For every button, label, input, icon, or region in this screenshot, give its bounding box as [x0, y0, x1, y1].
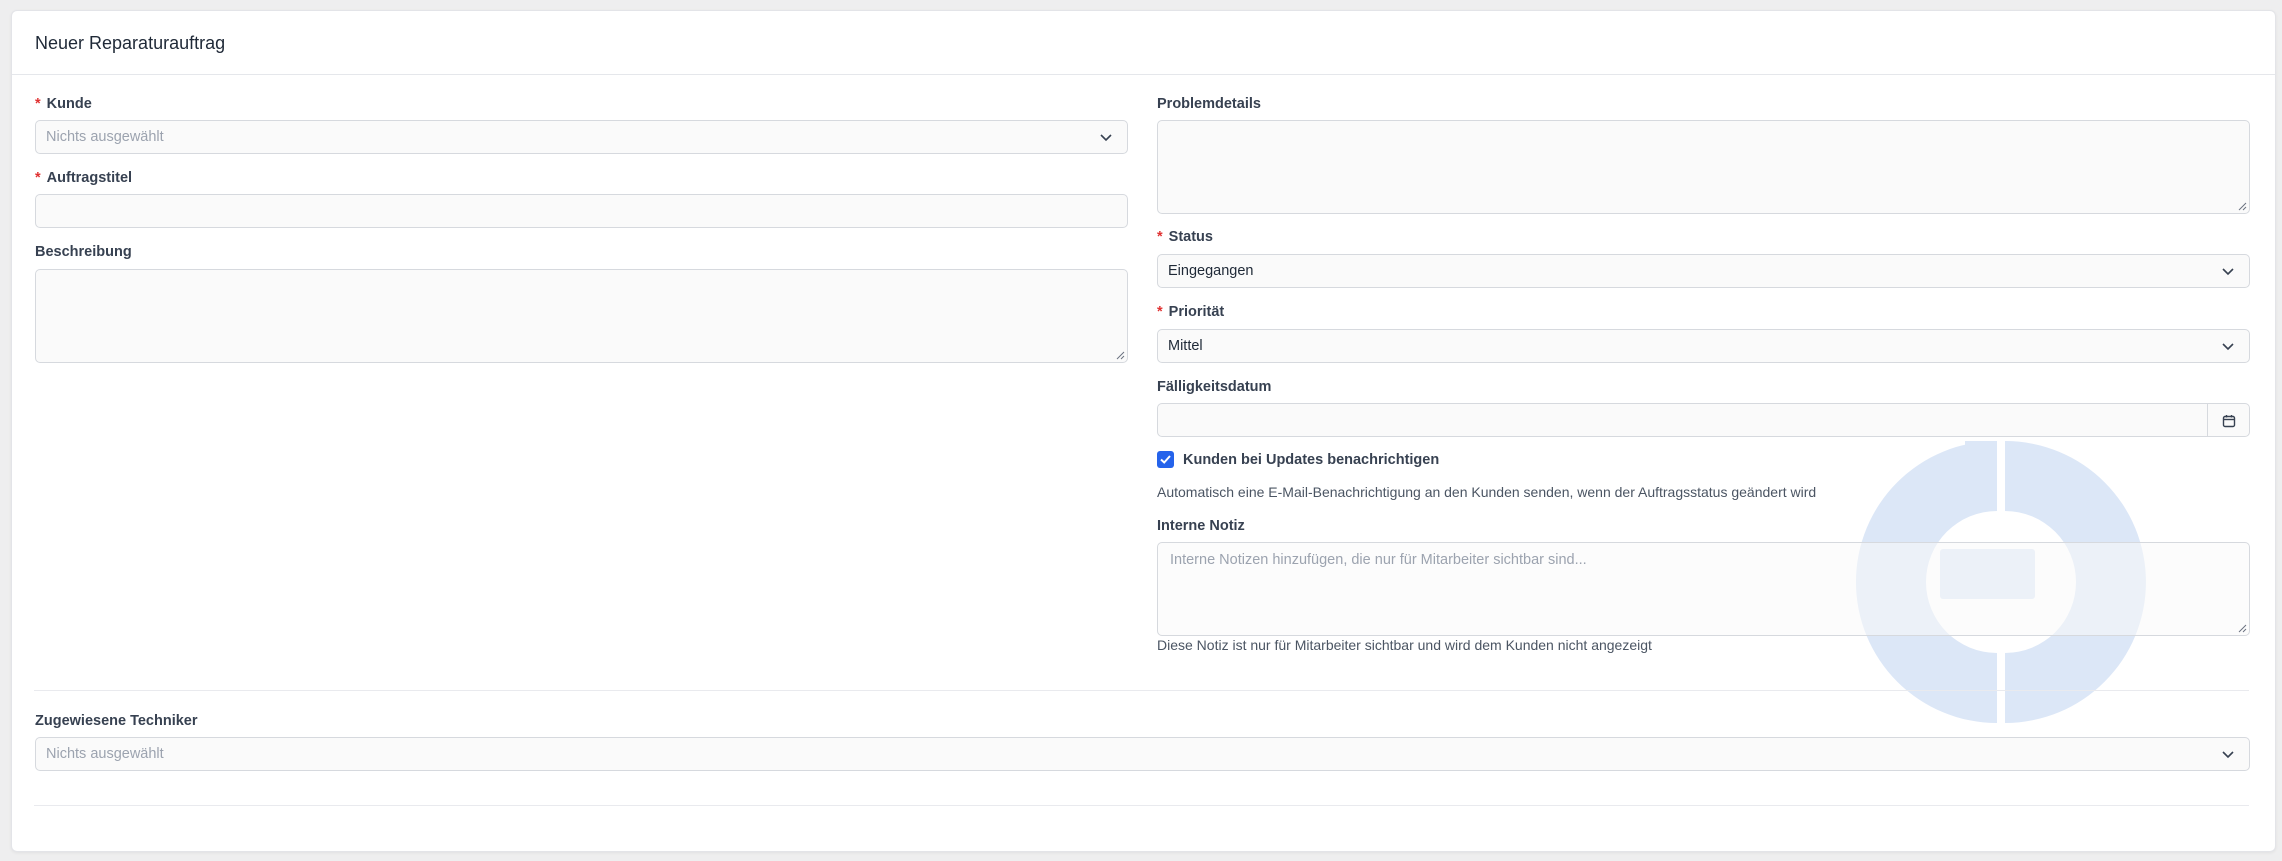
notify-help-text: Automatisch eine E-Mail-Benachrichtigung… — [1157, 484, 1817, 500]
customer-select[interactable]: Nichts ausgewählt — [35, 120, 1128, 154]
status-select-value: Eingegangen — [1168, 263, 1254, 279]
customer-label: * Kunde — [35, 96, 92, 112]
priority-select-value: Mittel — [1168, 338, 1203, 354]
required-mark: * — [35, 96, 41, 112]
status-label: * Status — [1157, 229, 1213, 245]
priority-label-text: Priorität — [1168, 304, 1225, 320]
chevron-down-icon — [1100, 134, 1112, 142]
resize-handle-icon[interactable] — [1116, 351, 1125, 360]
order-title-label-text: Auftragstitel — [46, 170, 133, 186]
status-label-text: Status — [1168, 229, 1213, 245]
resize-handle-icon[interactable] — [2238, 624, 2247, 633]
priority-select[interactable]: Mittel — [1157, 329, 2250, 363]
internal-note-help-text: Diese Notiz ist nur für Mitarbeiter sich… — [1157, 637, 1652, 653]
priority-label: * Priorität — [1157, 304, 1224, 320]
calendar-icon — [2222, 415, 2236, 428]
technicians-label: Zugewiesene Techniker — [35, 713, 198, 729]
card-header: Neuer Reparaturauftrag — [12, 11, 2275, 75]
internal-note-placeholder: Interne Notizen hinzufügen, die nur für … — [1170, 552, 1587, 568]
page-title: Neuer Reparaturauftrag — [35, 33, 226, 53]
chevron-down-icon — [2222, 268, 2234, 276]
description-label: Beschreibung — [35, 244, 132, 260]
status-select[interactable]: Eingegangen — [1157, 254, 2250, 288]
notify-checkbox[interactable] — [1157, 451, 1174, 468]
date-picker-button[interactable] — [2207, 404, 2249, 436]
problem-details-textarea[interactable] — [1157, 120, 2250, 214]
required-mark: * — [35, 170, 41, 186]
technicians-select-value: Nichts ausgewählt — [46, 746, 164, 762]
section-divider — [34, 690, 2249, 691]
customer-label-text: Kunde — [46, 96, 92, 112]
internal-note-textarea[interactable]: Interne Notizen hinzufügen, die nur für … — [1157, 542, 2250, 636]
required-mark: * — [1157, 304, 1163, 320]
order-title-input[interactable] — [35, 194, 1128, 228]
due-date-input[interactable] — [1157, 403, 2250, 437]
order-title-label: * Auftragstitel — [35, 170, 132, 186]
due-date-label: Fälligkeitsdatum — [1157, 379, 1272, 395]
resize-handle-icon[interactable] — [2238, 202, 2247, 211]
chevron-down-icon — [2222, 343, 2234, 351]
required-mark: * — [1157, 229, 1163, 245]
technicians-select[interactable]: Nichts ausgewählt — [35, 737, 2250, 771]
problem-details-label: Problemdetails — [1157, 96, 1261, 112]
footer-divider — [34, 805, 2249, 806]
description-textarea[interactable] — [35, 269, 1128, 363]
customer-select-value: Nichts ausgewählt — [46, 129, 164, 145]
checkmark-icon — [1160, 455, 1171, 464]
internal-note-label: Interne Notiz — [1157, 518, 1245, 534]
chevron-down-icon — [2222, 751, 2234, 759]
notify-label[interactable]: Kunden bei Updates benachrichtigen — [1183, 452, 1439, 468]
